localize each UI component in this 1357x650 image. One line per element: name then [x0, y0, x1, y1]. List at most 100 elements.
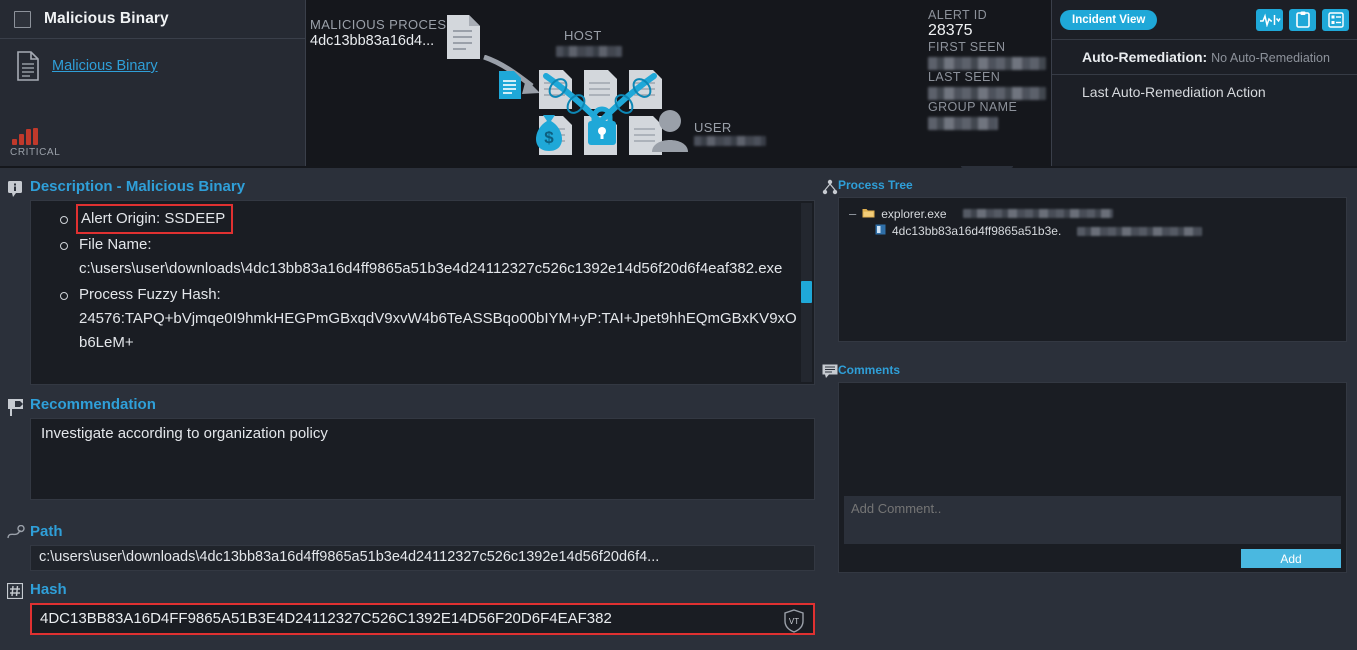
- user-avatar-icon: [651, 108, 689, 157]
- file-name-label: File Name:: [79, 236, 152, 253]
- description-heading: Description - Malicious Binary: [30, 178, 246, 195]
- path-heading: Path: [30, 523, 63, 540]
- description-item: Alert Origin: SSDEEP: [60, 204, 798, 234]
- process-tree-section: Process Tree – explorer.exe 4dc13bb83a16…: [822, 178, 1347, 342]
- alert-card-header: Malicious Binary: [0, 0, 305, 39]
- description-item: File Name: c:\users\user\downloads\4dc13…: [60, 233, 798, 281]
- host-label: HOST: [564, 28, 602, 43]
- process-tree-icon: [822, 179, 838, 200]
- meta-value-redacted: [928, 57, 1046, 70]
- malicious-process-label: MALICIOUS PROCESS: [310, 17, 456, 32]
- comments-box: Add: [838, 382, 1347, 573]
- description-item: Process Fuzzy Hash: 24576:TAPQ+bVjmqe0I9…: [60, 283, 798, 355]
- incident-action-icons: [1256, 8, 1349, 31]
- list-icon[interactable]: [1322, 8, 1349, 31]
- description-box: Alert Origin: SSDEEP File Name: c:\users…: [30, 200, 815, 385]
- alert-card-title: Malicious Binary: [44, 10, 169, 27]
- hash-field[interactable]: 4DC13BB83A16D4FF9865A51B3E4D24112327C526…: [30, 603, 815, 635]
- recommendation-heading: Recommendation: [30, 396, 156, 413]
- comments-heading: Comments: [838, 363, 901, 377]
- alert-name-row: Malicious Binary: [0, 39, 305, 81]
- meta-field: GROUP NAME: [928, 100, 1051, 130]
- meta-label: ALERT ID: [928, 8, 988, 22]
- top-summary-band: Malicious Binary Malicious Binary CRITIC…: [0, 0, 1357, 168]
- recommendation-text: Investigate according to organization po…: [30, 418, 815, 500]
- process-tree-box: – explorer.exe 4dc13bb83a16d4ff9865a51b3…: [838, 197, 1347, 342]
- add-comment-input[interactable]: [844, 496, 1341, 544]
- document-icon: [16, 51, 40, 81]
- user-value-redacted: [694, 136, 766, 146]
- binary-icon: [875, 224, 886, 238]
- recommendation-section: Recommendation Investigate according to …: [30, 396, 815, 500]
- meta-field: FIRST SEEN: [928, 40, 1051, 70]
- file-name-value: c:\users\user\downloads\4dc13bb83a16d4ff…: [79, 260, 783, 277]
- meta-field: LAST SEEN: [928, 70, 1051, 100]
- malicious-process-value: 4dc13bb83a16d4...: [310, 33, 435, 49]
- process-detail-redacted: [1077, 226, 1203, 236]
- description-section: Description - Malicious Binary Alert Ori…: [30, 178, 815, 385]
- fuzzy-hash-value: 24576:TAPQ+bVjmqe0I9hmkHEGPmGBxqdV9xvW4b…: [79, 310, 797, 351]
- description-scrollbar-thumb[interactable]: [801, 281, 812, 303]
- alert-select-checkbox[interactable]: [14, 10, 31, 28]
- folder-icon: [862, 207, 875, 221]
- auto-remediation-row: Auto-Remediation: No Auto-Remediation: [1052, 39, 1357, 74]
- hash-value: 4DC13BB83A16D4FF9865A51B3E4D24112327C526…: [40, 610, 612, 627]
- description-scrollbar[interactable]: [801, 203, 812, 382]
- malicious-binary-icon: [498, 70, 522, 105]
- comments-section: Comments Add: [822, 363, 1347, 573]
- collapse-toggle-icon[interactable]: –: [849, 206, 856, 221]
- meta-value-redacted: [928, 117, 998, 130]
- recommendation-signpost-icon: [7, 398, 25, 421]
- hash-icon: [6, 582, 24, 604]
- svg-text:$: $: [544, 128, 554, 147]
- incident-view-header: Incident View: [1052, 0, 1357, 39]
- add-comment-button[interactable]: Add: [1241, 549, 1341, 568]
- incident-view-panel: Incident View Auto-Remediation: No Auto-…: [1052, 0, 1357, 166]
- meta-value-redacted: [928, 87, 1046, 100]
- path-section: Path c:\users\user\downloads\4dc13bb83a1…: [30, 523, 815, 571]
- last-auto-remediation-row[interactable]: Last Auto-Remediation Action: [1052, 74, 1357, 109]
- ransom-money-icon: $: [527, 109, 571, 158]
- severity-bars-icon: [8, 127, 68, 145]
- source-file-icon: [445, 14, 481, 65]
- hash-heading: Hash: [30, 581, 67, 598]
- virustotal-icon[interactable]: VT: [783, 609, 805, 633]
- user-label: USER: [694, 120, 732, 135]
- lock-icon: [583, 104, 621, 151]
- fuzzy-hash-label: Process Fuzzy Hash:: [79, 286, 221, 303]
- process-detail-redacted: [962, 209, 1113, 218]
- activity-dropdown-icon[interactable]: [1256, 8, 1283, 31]
- comment-bubble-icon: [822, 364, 838, 384]
- alert-detail-body: Description - Malicious Binary Alert Ori…: [0, 168, 1357, 650]
- host-value-redacted: [556, 46, 622, 57]
- right-column: Process Tree – explorer.exe 4dc13bb83a16…: [822, 168, 1357, 650]
- meta-field: ALERT ID 28375: [928, 8, 1051, 40]
- auto-remediation-label: Auto-Remediation:: [1082, 49, 1208, 65]
- severity-indicator: CRITICAL: [8, 127, 68, 158]
- path-value[interactable]: c:\users\user\downloads\4dc13bb83a16d4ff…: [30, 545, 815, 571]
- last-auto-remediation-label: Last Auto-Remediation Action: [1082, 84, 1266, 100]
- meta-label: LAST SEEN: [928, 70, 1001, 84]
- process-name: explorer.exe: [881, 206, 947, 221]
- meta-value: 28375: [928, 22, 973, 39]
- alert-origin-text: Alert Origin: SSDEEP: [75, 204, 234, 234]
- clipboard-icon[interactable]: [1289, 8, 1316, 31]
- info-icon: [7, 180, 23, 203]
- severity-label: CRITICAL: [10, 147, 61, 158]
- incident-view-button[interactable]: Incident View: [1060, 9, 1158, 30]
- svg-text:VT: VT: [789, 617, 799, 626]
- meta-label: GROUP NAME: [928, 100, 1018, 114]
- process-tree-node[interactable]: – explorer.exe: [849, 206, 1336, 221]
- alert-detail-page: Malicious Binary Malicious Binary CRITIC…: [0, 0, 1357, 650]
- process-tree-node[interactable]: 4dc13bb83a16d4ff9865a51b3e.: [849, 224, 1336, 238]
- auto-remediation-value: No Auto-Remediation: [1211, 51, 1330, 65]
- alert-summary-card[interactable]: Malicious Binary Malicious Binary CRITIC…: [0, 0, 306, 166]
- section-icon-gutter: [0, 168, 28, 650]
- hash-section: Hash 4DC13BB83A16D4FF9865A51B3E4D2411232…: [30, 581, 815, 635]
- process-name: 4dc13bb83a16d4ff9865a51b3e.: [892, 224, 1062, 238]
- alert-name-link[interactable]: Malicious Binary: [52, 58, 158, 74]
- attack-flow-diagram: MALICIOUS PROCESS 4dc13bb83a16d4... HOST…: [306, 0, 1013, 168]
- process-tree-heading: Process Tree: [838, 178, 913, 192]
- meta-label: FIRST SEEN: [928, 40, 1006, 54]
- path-icon: [7, 524, 25, 546]
